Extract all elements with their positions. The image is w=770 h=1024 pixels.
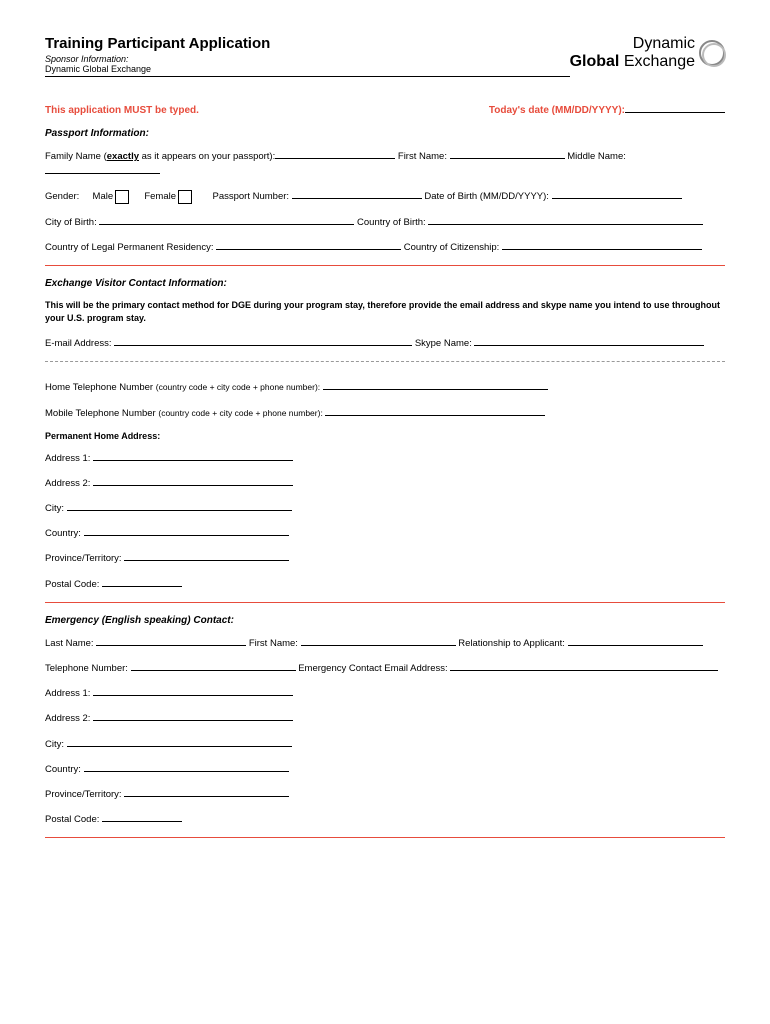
em-address2-field[interactable] — [93, 720, 293, 721]
passport-number-field[interactable] — [292, 198, 422, 199]
em-first-name-field[interactable] — [301, 645, 456, 646]
city-birth-field[interactable] — [99, 224, 354, 225]
emergency-tel-row: Telephone Number: Emergency Contact Emai… — [45, 661, 725, 676]
typed-notice: This application MUST be typed. — [45, 105, 199, 116]
name-row: Family Name (exactly as it appears on yo… — [45, 149, 725, 179]
notice-row: This application MUST be typed. Today's … — [45, 105, 725, 116]
birth-row: City of Birth: Country of Birth: — [45, 215, 725, 230]
residency-field[interactable] — [216, 249, 401, 250]
divider-1 — [45, 265, 725, 266]
em-tel-field[interactable] — [131, 670, 296, 671]
home-tel-field[interactable] — [323, 389, 548, 390]
logo: Dynamic Global Exchange — [570, 35, 725, 70]
em-address1-field[interactable] — [93, 695, 293, 696]
mobile-tel-row: Mobile Telephone Number (country code + … — [45, 406, 725, 421]
passport-section-title: Passport Information: — [45, 128, 725, 139]
email-field[interactable] — [114, 345, 412, 346]
male-checkbox[interactable] — [115, 190, 129, 204]
em-email-field[interactable] — [450, 670, 718, 671]
dob-field[interactable] — [552, 198, 682, 199]
female-checkbox[interactable] — [178, 190, 192, 204]
logo-text-global: Global — [570, 53, 620, 70]
address2-field[interactable] — [93, 485, 293, 486]
gender-row: Gender: Male Female Passport Number: Dat… — [45, 189, 725, 204]
email-row: E-mail Address: Skype Name: — [45, 336, 725, 351]
em-province-field[interactable] — [124, 796, 289, 797]
logo-text-top: Dynamic — [633, 35, 695, 52]
family-name-field[interactable] — [275, 158, 395, 159]
home-tel-row: Home Telephone Number (country code + ci… — [45, 380, 725, 395]
em-city-field[interactable] — [67, 746, 292, 747]
divider-2 — [45, 602, 725, 603]
province-field[interactable] — [124, 560, 289, 561]
residency-row: Country of Legal Permanent Residency: Co… — [45, 240, 725, 255]
emergency-section-title: Emergency (English speaking) Contact: — [45, 615, 725, 626]
divider-3 — [45, 837, 725, 838]
emergency-name-row: Last Name: First Name: Relationship to A… — [45, 636, 725, 651]
postal-field[interactable] — [102, 586, 182, 587]
logo-circle-icon — [699, 40, 725, 66]
skype-field[interactable] — [474, 345, 704, 346]
city-field[interactable] — [67, 510, 292, 511]
dashed-divider — [45, 361, 725, 362]
em-country-field[interactable] — [84, 771, 289, 772]
page-title: Training Participant Application — [45, 35, 570, 52]
date-label: Today's date (MM/DD/YYYY): — [489, 105, 725, 116]
em-relationship-field[interactable] — [568, 645, 703, 646]
address1-field[interactable] — [93, 460, 293, 461]
header: Training Participant Application Sponsor… — [45, 35, 725, 77]
perm-addr-label: Permanent Home Address: — [45, 431, 725, 441]
logo-text-exchange: Exchange — [624, 53, 695, 70]
em-last-name-field[interactable] — [96, 645, 246, 646]
em-postal-field[interactable] — [102, 821, 182, 822]
mobile-tel-field[interactable] — [325, 415, 545, 416]
country-birth-field[interactable] — [428, 224, 703, 225]
contact-section-title: Exchange Visitor Contact Information: — [45, 278, 725, 289]
country-field[interactable] — [84, 535, 289, 536]
contact-note: This will be the primary contact method … — [45, 299, 725, 324]
first-name-field[interactable] — [450, 158, 565, 159]
citizenship-field[interactable] — [502, 249, 702, 250]
sponsor-label: Sponsor Information: — [45, 54, 570, 64]
middle-name-field[interactable] — [45, 173, 160, 174]
sponsor-name: Dynamic Global Exchange — [45, 64, 570, 77]
